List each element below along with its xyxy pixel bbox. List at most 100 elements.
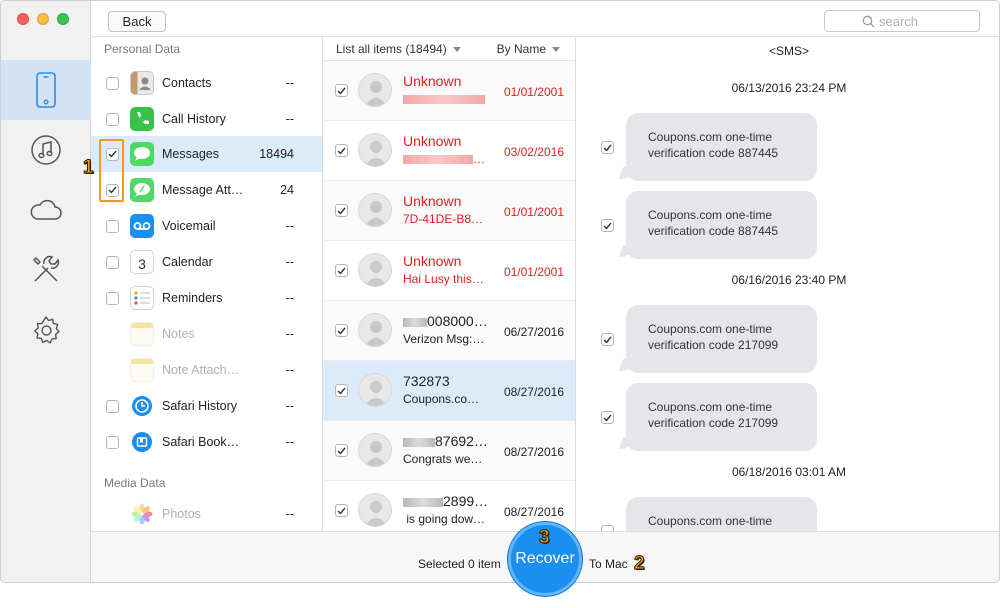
checkbox-checked[interactable] bbox=[601, 219, 614, 232]
checkbox-checked[interactable] bbox=[601, 333, 614, 346]
category-label: Messages bbox=[162, 147, 219, 161]
item-list-panel: List all items (18494) By Name Unknown 0… bbox=[323, 37, 576, 531]
category-label: Reminders bbox=[162, 291, 223, 305]
photos-icon bbox=[130, 502, 154, 526]
message-bubble: Coupons.com one-time verification code 2… bbox=[626, 305, 817, 373]
checkbox-checked[interactable] bbox=[335, 444, 348, 457]
category-reminders[interactable]: Reminders -- bbox=[91, 280, 322, 316]
checkbox-checked[interactable] bbox=[601, 141, 614, 154]
message-preview: … bbox=[403, 152, 485, 166]
checkbox-checked[interactable] bbox=[601, 411, 614, 424]
destination-selector[interactable]: To Mac bbox=[589, 557, 628, 571]
category-label: Call History bbox=[162, 112, 226, 126]
category-contacts[interactable]: Contacts -- bbox=[91, 65, 322, 101]
checkbox[interactable] bbox=[106, 399, 119, 413]
category-label: Notes bbox=[162, 327, 195, 341]
close-window-button[interactable] bbox=[17, 13, 29, 25]
category-count: -- bbox=[285, 76, 294, 90]
note-attachment-icon bbox=[130, 358, 154, 382]
category-count: -- bbox=[285, 363, 294, 377]
checkbox[interactable] bbox=[106, 219, 119, 233]
category-count: -- bbox=[285, 435, 294, 449]
message-detail-panel: <SMS> 06/13/2016 23:24 PM Coupons.com on… bbox=[577, 37, 999, 531]
list-item[interactable]: Unknown 7D-41DE-B8… 01/01/2001 bbox=[323, 181, 575, 241]
list-item[interactable]: Unknown Hai Lusy this… 01/01/2001 bbox=[323, 241, 575, 301]
checkbox-checked[interactable] bbox=[335, 144, 348, 157]
message-timestamp: 06/13/2016 23:24 PM bbox=[731, 81, 847, 95]
message-bubble: Coupons.com one-time verification code 2… bbox=[626, 383, 817, 451]
checkbox[interactable] bbox=[106, 76, 119, 90]
contact-name: 2899… bbox=[403, 493, 488, 509]
tools-icon bbox=[32, 255, 60, 282]
cloud-icon bbox=[30, 199, 62, 220]
notes-icon bbox=[130, 322, 154, 346]
checkbox-checked[interactable] bbox=[335, 504, 348, 517]
media-data-header: Media Data bbox=[104, 476, 166, 490]
chevron-down-icon bbox=[552, 47, 560, 53]
message-preview: Hai Lusy this… bbox=[403, 272, 484, 286]
minimize-window-button[interactable] bbox=[37, 13, 49, 25]
checkbox-checked[interactable] bbox=[335, 384, 348, 397]
checkbox-checked[interactable] bbox=[335, 264, 348, 277]
category-call-history[interactable]: Call History -- bbox=[91, 101, 322, 137]
back-button[interactable]: Back bbox=[108, 11, 166, 32]
list-item[interactable]: Unknown 01/01/2001 bbox=[323, 61, 575, 121]
list-item[interactable]: 008000… Verizon Msg:… 06/27/2016 bbox=[323, 301, 575, 361]
calendar-day: 3 bbox=[138, 256, 146, 272]
category-calendar[interactable]: 3 Calendar -- bbox=[91, 244, 322, 280]
nav-itunes[interactable] bbox=[1, 120, 91, 180]
category-label: Note Attach… bbox=[162, 363, 240, 377]
message-date: 06/27/2016 bbox=[503, 325, 564, 339]
message-date: 01/01/2001 bbox=[503, 205, 564, 219]
list-item[interactable]: 87692… Congrats we… 08/27/2016 bbox=[323, 421, 575, 481]
contacts-icon bbox=[130, 71, 154, 95]
message-preview: is going dow… bbox=[406, 512, 486, 526]
checkbox[interactable] bbox=[106, 112, 119, 126]
checkbox-checked[interactable] bbox=[335, 324, 348, 337]
contact-name: Unknown bbox=[403, 253, 462, 269]
nav-icloud[interactable] bbox=[1, 180, 91, 240]
checkbox[interactable] bbox=[106, 291, 119, 305]
message-attachment-icon bbox=[130, 178, 154, 202]
search-input[interactable]: search bbox=[824, 10, 980, 32]
category-safari-bookmarks[interactable]: Safari Book… -- bbox=[91, 424, 322, 460]
calendar-icon: 3 bbox=[130, 250, 154, 274]
nav-settings[interactable] bbox=[1, 300, 91, 360]
category-safari-history[interactable]: Safari History -- bbox=[91, 388, 322, 424]
message-preview bbox=[403, 92, 485, 106]
category-messages[interactable]: Messages 18494 bbox=[91, 136, 322, 172]
step-marker-2: 2 bbox=[634, 553, 646, 575]
app-window: Back search Personal Data Contacts -- Ca… bbox=[0, 0, 1000, 583]
category-note-attachments: Note Attach… -- bbox=[91, 352, 322, 388]
category-message-attachments[interactable]: Message Att… 24 bbox=[91, 172, 322, 208]
list-item-selected[interactable]: 732873 Coupons.co… 08/27/2016 bbox=[323, 361, 575, 421]
checkbox-checked[interactable] bbox=[335, 204, 348, 217]
personal-data-header: Personal Data bbox=[104, 42, 181, 56]
list-item[interactable]: Unknown … 03/02/2016 bbox=[323, 121, 575, 181]
music-icon bbox=[31, 135, 61, 165]
category-voicemail[interactable]: Voicemail -- bbox=[91, 208, 322, 244]
contact-name: 008000… bbox=[403, 313, 488, 329]
list-all-items-dropdown[interactable]: List all items (18494) bbox=[336, 42, 461, 56]
message-date: 08/27/2016 bbox=[503, 445, 564, 459]
category-count: 18494 bbox=[259, 147, 294, 161]
message-date: 01/01/2001 bbox=[503, 265, 564, 279]
nav-tools[interactable] bbox=[1, 240, 91, 300]
category-count: -- bbox=[285, 327, 294, 341]
contact-name: Unknown bbox=[403, 133, 462, 149]
category-count: 24 bbox=[280, 183, 294, 197]
nav-ios-device[interactable] bbox=[1, 60, 91, 120]
category-label: Photos bbox=[162, 507, 201, 521]
checkbox[interactable] bbox=[106, 255, 119, 269]
category-photos: Photos -- bbox=[91, 496, 322, 531]
avatar bbox=[358, 313, 392, 347]
zoom-window-button[interactable] bbox=[57, 13, 69, 25]
message-bubble: Coupons.com one-time verification code 8… bbox=[626, 113, 817, 181]
step-marker-3: 3 bbox=[539, 527, 551, 549]
sort-by-dropdown[interactable]: By Name bbox=[497, 42, 560, 56]
checkbox-checked[interactable] bbox=[335, 84, 348, 97]
avatar bbox=[358, 73, 392, 107]
contact-name: Unknown bbox=[403, 73, 462, 89]
checkbox[interactable] bbox=[106, 435, 119, 449]
message-preview: 7D-41DE-B8… bbox=[403, 212, 484, 226]
